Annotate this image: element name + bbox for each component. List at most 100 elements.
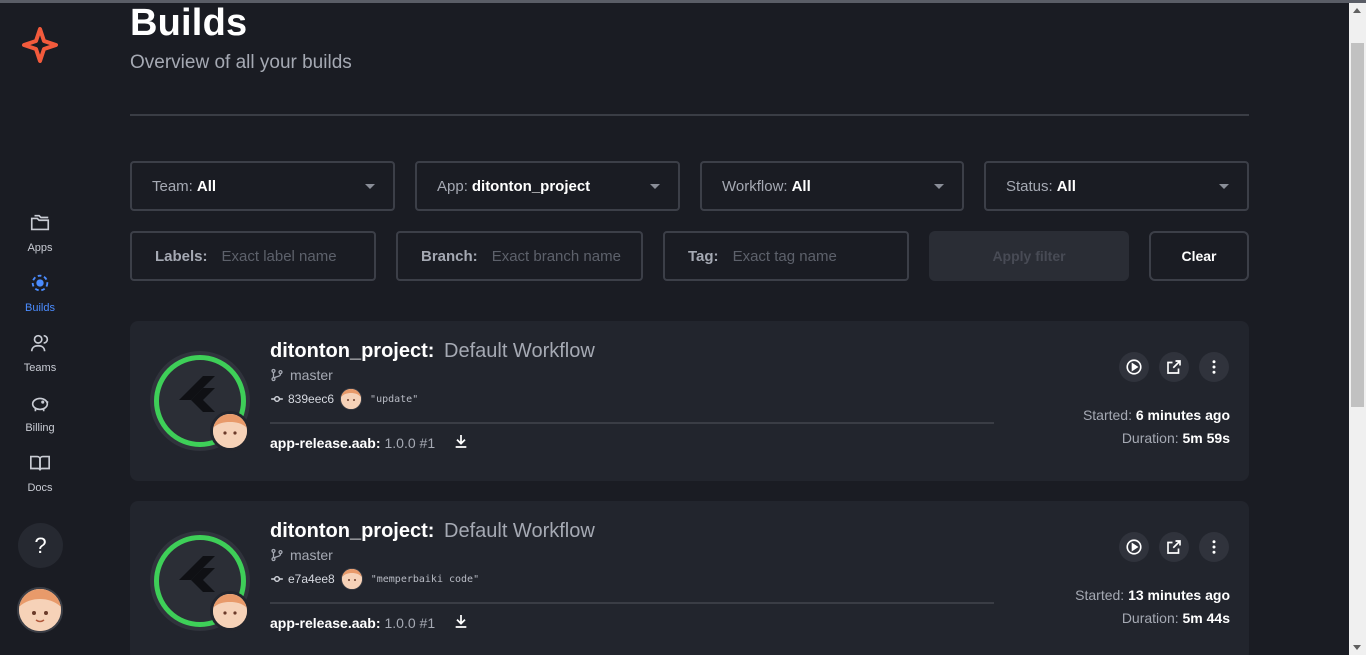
apps-folder-icon bbox=[30, 214, 50, 231]
card-divider bbox=[270, 422, 994, 424]
play-circle-icon bbox=[1126, 359, 1142, 375]
filter-value: All bbox=[791, 177, 811, 195]
more-options-button[interactable] bbox=[1199, 532, 1229, 562]
app-filter-select[interactable]: App: ditonton_project bbox=[415, 161, 680, 211]
duration-label: Duration: bbox=[1121, 610, 1179, 626]
sidebar-item-apps[interactable]: Apps bbox=[0, 212, 80, 266]
chevron-down-icon bbox=[650, 184, 660, 189]
branch-filter: Branch: bbox=[396, 231, 643, 281]
tag-input[interactable] bbox=[732, 247, 907, 265]
apply-filter-button[interactable]: Apply filter bbox=[929, 231, 1129, 281]
build-app-name: ditonton_project: bbox=[270, 340, 435, 362]
sidebar-item-billing[interactable]: Billing bbox=[0, 392, 80, 446]
duration-label: Duration: bbox=[1121, 430, 1179, 446]
more-options-button[interactable] bbox=[1199, 352, 1229, 382]
sidebar-item-label: Teams bbox=[23, 362, 57, 374]
filter-key: Team: bbox=[152, 177, 193, 195]
sidebar-item-builds[interactable]: Builds bbox=[0, 272, 80, 326]
download-icon[interactable] bbox=[453, 433, 469, 452]
chevron-down-icon bbox=[1219, 184, 1229, 189]
book-icon bbox=[30, 455, 50, 471]
help-button[interactable]: ? bbox=[18, 523, 63, 568]
labels-input[interactable] bbox=[221, 247, 374, 265]
build-branch: master bbox=[270, 367, 333, 383]
filter-key: Status: bbox=[1006, 177, 1053, 195]
filter-value: ditonton_project bbox=[471, 177, 591, 195]
build-commit: e7a4ee8 "memperbaiki code" bbox=[270, 567, 479, 591]
branch-name: master bbox=[290, 367, 333, 383]
user-avatar[interactable] bbox=[17, 587, 63, 633]
duration-value: 5m 44s bbox=[1182, 610, 1230, 626]
sidebar-item-teams[interactable]: Teams bbox=[0, 332, 80, 386]
started-value: 13 minutes ago bbox=[1128, 587, 1230, 603]
build-started: Started: 13 minutes ago bbox=[1075, 587, 1230, 603]
build-title: ditonton_project: Default Workflow bbox=[270, 340, 595, 363]
git-commit-icon bbox=[271, 395, 283, 403]
build-artifact: app-release.aab: 1.0.0 #1 bbox=[270, 613, 469, 632]
artifact-version: 1.0.0 #1 bbox=[384, 434, 436, 451]
commit-message: "update" bbox=[370, 393, 419, 405]
commit-hash[interactable]: e7a4ee8 bbox=[288, 572, 335, 586]
external-link-icon bbox=[1167, 540, 1181, 554]
build-duration: Duration: 5m 59s bbox=[1122, 430, 1230, 446]
filter-value: All bbox=[196, 177, 217, 195]
branch-input[interactable] bbox=[491, 247, 641, 265]
build-branch: master bbox=[270, 547, 333, 563]
build-card[interactable]: ditonton_project: Default Workflow maste… bbox=[130, 321, 1249, 481]
clear-button[interactable]: Clear bbox=[1149, 231, 1249, 281]
builds-icon bbox=[31, 274, 49, 292]
open-external-button[interactable] bbox=[1159, 532, 1189, 562]
tag-filter: Tag: bbox=[663, 231, 909, 281]
workflow-filter-select[interactable]: Workflow: All bbox=[700, 161, 964, 211]
artifact-version: 1.0.0 #1 bbox=[384, 614, 436, 631]
sidebar-item-docs[interactable]: Docs bbox=[0, 452, 80, 506]
started-value: 6 minutes ago bbox=[1135, 407, 1230, 423]
scrollbar-thumb[interactable] bbox=[1351, 43, 1364, 407]
rebuild-play-button[interactable] bbox=[1119, 532, 1149, 562]
status-filter-select[interactable]: Status: All bbox=[984, 161, 1249, 211]
team-filter-select[interactable]: Team: All bbox=[130, 161, 395, 211]
page-subtitle: Overview of all your builds bbox=[130, 52, 352, 73]
scroll-up-arrow-icon[interactable] bbox=[1353, 8, 1361, 13]
duration-value: 5m 59s bbox=[1182, 430, 1230, 446]
flutter-app-icon bbox=[150, 531, 250, 631]
sidebar-item-label: Docs bbox=[27, 482, 53, 494]
build-started: Started: 6 minutes ago bbox=[1083, 407, 1230, 423]
build-card[interactable]: ditonton_project: Default Workflow maste… bbox=[130, 501, 1249, 655]
sidebar-item-label: Builds bbox=[25, 302, 55, 314]
commit-message: "memperbaiki code" bbox=[370, 573, 480, 585]
sidebar-item-label: Apps bbox=[27, 242, 53, 254]
started-label: Started: bbox=[1082, 407, 1132, 423]
commit-hash[interactable]: 839eec6 bbox=[288, 392, 334, 406]
codemagic-logo[interactable] bbox=[22, 27, 58, 63]
commit-author-avatar bbox=[340, 388, 363, 410]
git-branch-icon bbox=[271, 368, 283, 382]
branch-name: master bbox=[290, 547, 333, 563]
commit-author-avatar bbox=[340, 568, 363, 590]
labels-filter: Labels: bbox=[130, 231, 376, 281]
page-scrollbar[interactable] bbox=[1349, 3, 1366, 655]
build-duration: Duration: 5m 44s bbox=[1122, 610, 1230, 626]
external-link-icon bbox=[1167, 360, 1181, 374]
flutter-app-icon bbox=[150, 351, 250, 451]
git-branch-icon bbox=[271, 548, 283, 562]
download-icon[interactable] bbox=[453, 613, 469, 632]
build-workflow-name: Default Workflow bbox=[444, 340, 595, 362]
build-title: ditonton_project: Default Workflow bbox=[270, 520, 595, 543]
artifact-name: app-release.aab: bbox=[270, 434, 381, 451]
build-app-name: ditonton_project: bbox=[270, 520, 435, 542]
chevron-down-icon bbox=[934, 184, 944, 189]
page-title: Builds bbox=[130, 2, 248, 44]
build-workflow-name: Default Workflow bbox=[444, 520, 595, 542]
open-external-button[interactable] bbox=[1159, 352, 1189, 382]
build-commit: 839eec6 "update" bbox=[270, 387, 418, 411]
git-commit-icon bbox=[271, 575, 283, 583]
rebuild-play-button[interactable] bbox=[1119, 352, 1149, 382]
chevron-down-icon bbox=[365, 184, 375, 189]
filter-value: All bbox=[1056, 177, 1076, 195]
header-divider bbox=[130, 114, 1249, 116]
build-artifact: app-release.aab: 1.0.0 #1 bbox=[270, 433, 469, 452]
committer-avatar bbox=[210, 591, 250, 631]
scroll-down-arrow-icon[interactable] bbox=[1353, 645, 1361, 650]
filter-key: App: bbox=[437, 177, 468, 195]
